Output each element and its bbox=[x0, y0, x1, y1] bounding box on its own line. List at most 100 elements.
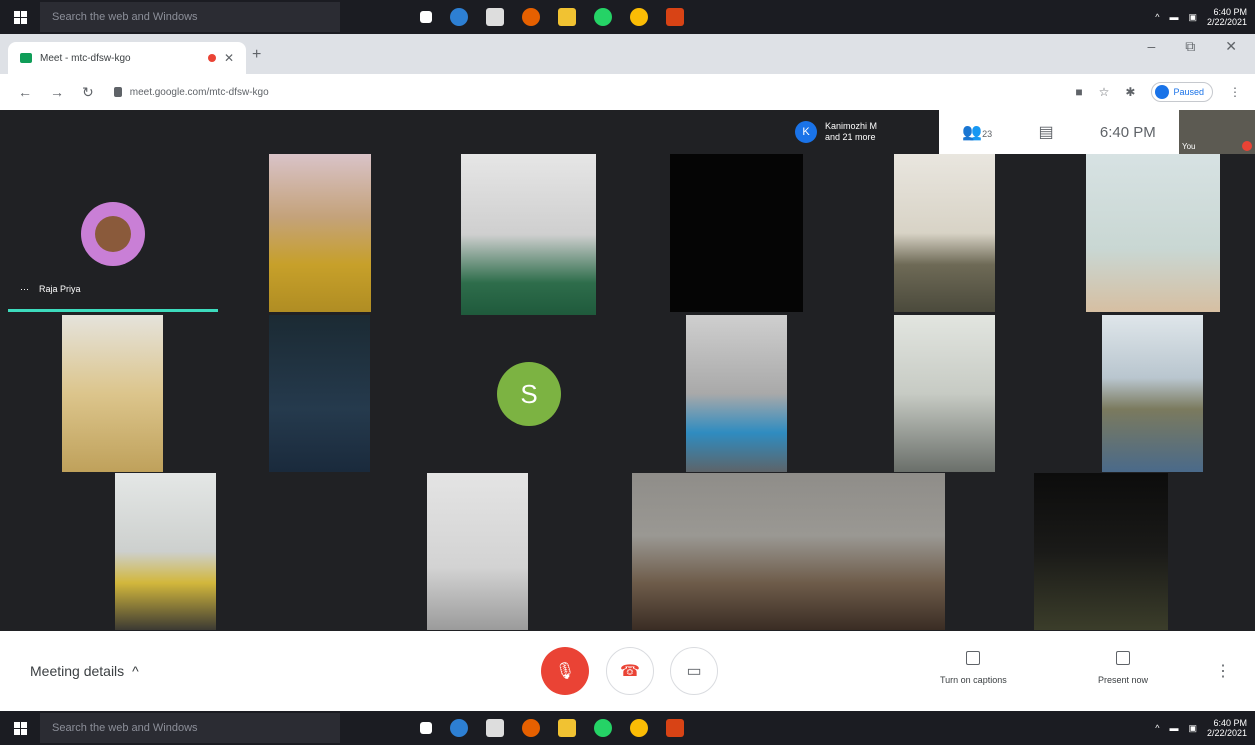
battery-icon[interactable]: ▬ bbox=[1169, 723, 1178, 733]
taskbar-clock[interactable]: 6:40 PM 2/22/2021 bbox=[1207, 7, 1247, 27]
forward-arrow-icon[interactable]: → bbox=[50, 84, 64, 101]
camera-toggle-button[interactable]: ▭ bbox=[670, 647, 718, 695]
present-now-button[interactable]: Present now bbox=[1098, 651, 1148, 685]
participant-video-tile[interactable] bbox=[894, 315, 995, 472]
app-icon[interactable] bbox=[666, 719, 684, 737]
star-icon[interactable]: ☆ bbox=[1099, 85, 1110, 99]
participant-video-tile[interactable] bbox=[1034, 473, 1168, 630]
battery-icon[interactable]: ▬ bbox=[1169, 12, 1178, 22]
active-speaker-indicator bbox=[8, 309, 218, 312]
edge-icon[interactable] bbox=[450, 719, 468, 737]
self-label: You bbox=[1182, 142, 1196, 151]
tile-more-icon[interactable]: ⋯ bbox=[20, 284, 29, 295]
restore-button[interactable]: ⧉ bbox=[1185, 38, 1195, 55]
meet-favicon-icon bbox=[20, 53, 32, 63]
meeting-details-button[interactable]: Meeting details ^ bbox=[30, 663, 139, 679]
speaker-avatar bbox=[81, 202, 145, 266]
camera-icon: ▭ bbox=[686, 663, 702, 680]
present-icon bbox=[1116, 651, 1131, 665]
captions-icon bbox=[966, 651, 981, 665]
more-options-icon[interactable]: ⋮ bbox=[1215, 661, 1231, 681]
reload-icon[interactable]: ↻ bbox=[82, 84, 94, 101]
lock-icon bbox=[113, 87, 122, 97]
participant-tile-speaker[interactable]: ⋯ Raja Priya bbox=[8, 154, 218, 312]
participant-tile-avatar[interactable]: S bbox=[425, 315, 635, 472]
meeting-details-label: Meeting details bbox=[30, 663, 125, 679]
profile-button[interactable]: Paused bbox=[1151, 82, 1213, 102]
camera-in-use-icon[interactable]: ■ bbox=[1075, 85, 1082, 99]
participant-video-tile[interactable] bbox=[461, 154, 596, 315]
taskbar-search-input[interactable]: Search the web and Windows bbox=[40, 2, 340, 32]
mic-toggle-button[interactable]: 🎙 bbox=[541, 647, 589, 695]
chevron-up-icon[interactable]: ^ bbox=[1155, 12, 1159, 22]
participants-line1: Kanimozhi M bbox=[825, 121, 878, 131]
participant-video-tile[interactable] bbox=[427, 473, 528, 630]
participant-avatar: K bbox=[795, 121, 817, 143]
meet-control-bar: Meeting details ^ 🎙 ☎ ▭ Turn on captions… bbox=[0, 631, 1255, 711]
windows-taskbar-top: Search the web and Windows ^ ▬ ▣ 6:40 PM… bbox=[0, 0, 1255, 34]
clock-date: 2/22/2021 bbox=[1206, 17, 1247, 27]
app-icon[interactable] bbox=[666, 8, 684, 26]
participant-video-tile[interactable] bbox=[115, 473, 216, 630]
taskbar-search-input[interactable]: Search the web and Windows bbox=[40, 713, 340, 743]
chrome-icon[interactable] bbox=[630, 8, 648, 26]
meet-info-panel: 👥23 ▤ 6:40 PM bbox=[939, 110, 1179, 154]
file-explorer-icon[interactable] bbox=[558, 8, 576, 26]
whatsapp-icon[interactable] bbox=[594, 719, 612, 737]
chevron-up-icon[interactable]: ^ bbox=[1155, 723, 1159, 733]
participants-line2: and 21 more bbox=[825, 132, 876, 142]
participant-initial-avatar: S bbox=[497, 362, 561, 426]
address-bar-row: ← → ↻ meet.google.com/mtc-dfsw-kgo ■ ☆ ✱… bbox=[0, 74, 1255, 111]
participant-video-tile[interactable] bbox=[670, 154, 803, 312]
chrome-icon[interactable] bbox=[630, 719, 648, 737]
people-count: 23 bbox=[982, 129, 993, 139]
whatsapp-icon[interactable] bbox=[594, 8, 612, 26]
taskbar-clock[interactable]: 6:40 PM 2/22/2021 bbox=[1207, 718, 1247, 738]
participant-video-tile[interactable] bbox=[62, 315, 163, 472]
tab-close-icon[interactable]: ✕ bbox=[224, 51, 234, 65]
captions-button[interactable]: Turn on captions bbox=[940, 651, 1007, 685]
close-window-button[interactable]: ✕ bbox=[1225, 38, 1237, 55]
task-view-icon[interactable] bbox=[420, 11, 432, 23]
network-icon[interactable]: ▣ bbox=[1188, 12, 1197, 23]
chevron-up-icon: ^ bbox=[132, 663, 139, 679]
profile-status: Paused bbox=[1173, 87, 1204, 97]
windows-logo-icon[interactable] bbox=[0, 711, 40, 745]
participant-video-tile[interactable] bbox=[686, 315, 787, 472]
participant-video-tile[interactable] bbox=[632, 473, 945, 630]
participant-video-tile[interactable] bbox=[894, 154, 995, 312]
tab-meet[interactable]: Meet - mtc-dfsw-kgo ✕ bbox=[8, 42, 246, 74]
firefox-icon[interactable] bbox=[522, 8, 540, 26]
speaker-name: Raja Priya bbox=[39, 284, 81, 294]
file-explorer-icon[interactable] bbox=[558, 719, 576, 737]
mic-off-icon: 🎙 bbox=[554, 663, 576, 680]
back-arrow-icon[interactable]: ← bbox=[18, 84, 32, 101]
leave-call-button[interactable]: ☎ bbox=[606, 647, 654, 695]
participant-video-tile[interactable] bbox=[269, 154, 371, 312]
task-view-icon[interactable] bbox=[420, 722, 432, 734]
participant-video-tile[interactable] bbox=[1102, 315, 1203, 472]
minimize-button[interactable]: – bbox=[1147, 38, 1155, 55]
participants-summary[interactable]: K Kanimozhi M and 21 more bbox=[789, 110, 939, 154]
participant-video-tile[interactable] bbox=[1086, 154, 1220, 312]
browser-menu-icon[interactable]: ⋮ bbox=[1229, 85, 1241, 99]
profile-avatar bbox=[1155, 85, 1170, 99]
edge-icon[interactable] bbox=[450, 8, 468, 26]
speaker-face-icon bbox=[95, 216, 131, 252]
firefox-icon[interactable] bbox=[522, 719, 540, 737]
store-icon[interactable] bbox=[486, 8, 504, 26]
self-view-tile[interactable]: You bbox=[1179, 110, 1255, 154]
meet-top-strip: K Kanimozhi M and 21 more 👥23 ▤ 6:40 PM … bbox=[789, 110, 1255, 154]
extensions-icon[interactable]: ✱ bbox=[1125, 85, 1135, 99]
meet-video-grid: K Kanimozhi M and 21 more 👥23 ▤ 6:40 PM … bbox=[0, 110, 1255, 631]
people-button[interactable]: 👥23 bbox=[962, 122, 992, 142]
participant-video-tile[interactable] bbox=[269, 315, 370, 472]
browser-tab-bar: Meet - mtc-dfsw-kgo ✕ + – ⧉ ✕ bbox=[0, 34, 1255, 74]
captions-label: Turn on captions bbox=[940, 675, 1007, 685]
url-field[interactable]: meet.google.com/mtc-dfsw-kgo bbox=[113, 80, 994, 104]
windows-logo-icon[interactable] bbox=[0, 0, 40, 34]
network-icon[interactable]: ▣ bbox=[1188, 723, 1197, 734]
store-icon[interactable] bbox=[486, 719, 504, 737]
new-tab-button[interactable]: + bbox=[252, 46, 261, 64]
chat-icon[interactable]: ▤ bbox=[1038, 122, 1053, 142]
